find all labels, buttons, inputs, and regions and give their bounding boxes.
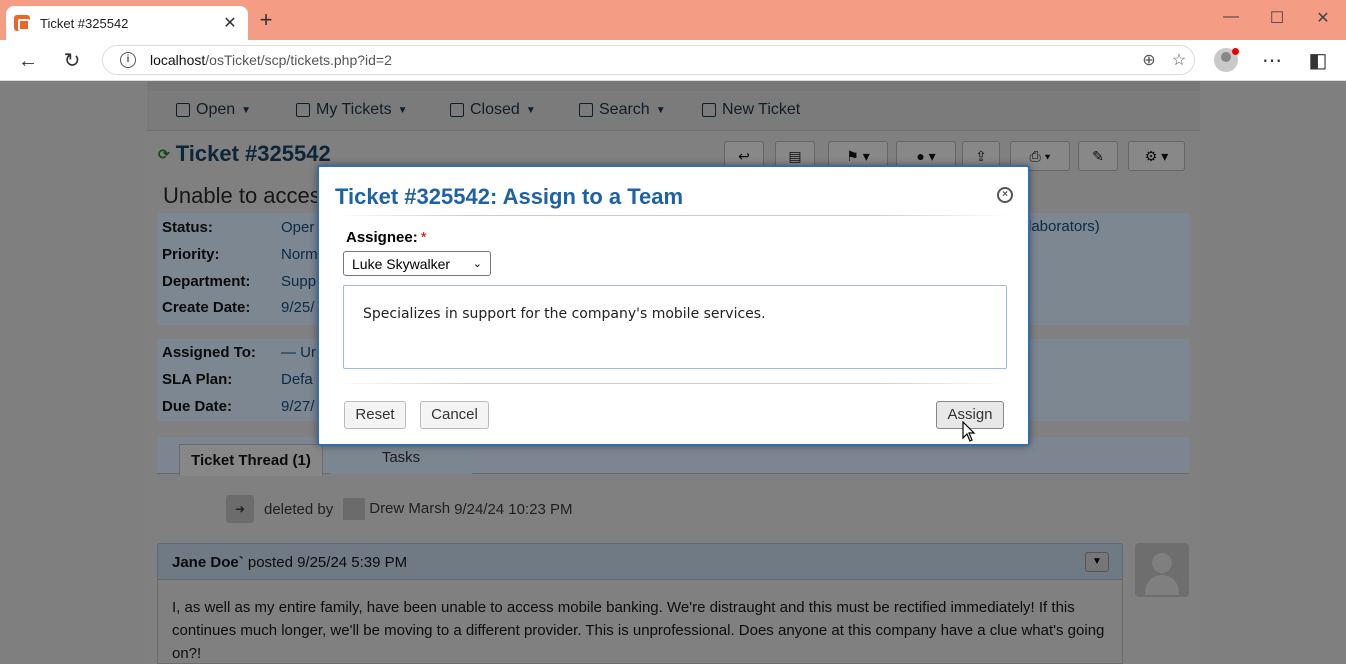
divider xyxy=(335,215,1009,216)
refresh-icon[interactable]: ⟳ xyxy=(158,146,170,163)
caret-down-icon: ▼ xyxy=(241,104,252,116)
more-menu-icon[interactable]: ⋯ xyxy=(1259,48,1285,74)
site-info-icon[interactable]: i xyxy=(120,52,136,68)
maximize-icon[interactable]: ☐ xyxy=(1265,8,1289,28)
browser-titlebar: Ticket #325542 ✕ + — ☐ ✕ xyxy=(0,0,1346,40)
post-body: I, as well as my entire family, have bee… xyxy=(157,580,1123,664)
status-label: Status: xyxy=(162,219,213,236)
collaborators-link[interactable]: laborators) xyxy=(1028,218,1100,235)
open-tickets-icon xyxy=(176,103,190,117)
assignee-select[interactable]: Luke Skywalker ⌄ xyxy=(343,251,491,276)
close-icon[interactable]: × xyxy=(997,187,1013,203)
ticket-title: ⟳ Ticket #325542 xyxy=(158,141,331,167)
divider xyxy=(335,383,1009,384)
caret-down-icon: ▼ xyxy=(655,104,666,116)
create-date-value: 9/25/ xyxy=(281,299,315,316)
tab-title: Ticket #325542 xyxy=(40,15,129,31)
mouse-cursor-icon xyxy=(962,421,976,442)
ticket-title-text[interactable]: Ticket #325542 xyxy=(176,141,331,167)
new-ticket-icon xyxy=(702,103,716,117)
subnav-my-tickets[interactable]: My Tickets ▼ xyxy=(296,101,407,119)
event-user: Drew Marsh xyxy=(343,498,450,520)
tab-tasks[interactable]: Tasks xyxy=(330,444,472,474)
sla-plan-label: SLA Plan: xyxy=(162,371,233,388)
address-bar[interactable]: i localhost/osTicket/scp/tickets.php?id=… xyxy=(102,45,1195,75)
user-avatar-icon xyxy=(343,498,366,520)
due-date-value: 9/27/ xyxy=(281,398,315,415)
zoom-icon[interactable]: ⊕ xyxy=(1134,50,1164,70)
subnav-open-label: Open xyxy=(196,101,236,118)
department-value: Supp xyxy=(281,273,317,290)
browser-toolbar: ← ↻ i localhost/osTicket/scp/tickets.php… xyxy=(0,40,1346,81)
caret-down-icon: ▼ xyxy=(397,104,408,116)
post-author-avatar xyxy=(1135,543,1189,597)
profile-notification-dot xyxy=(1232,48,1239,55)
assign-team-dialog: Ticket #325542: Assign to a Team × Assig… xyxy=(317,165,1030,446)
subnav-search-label: Search xyxy=(599,101,650,118)
post-author: Jane Doe` xyxy=(172,554,244,571)
tab-ticket-thread[interactable]: Ticket Thread (1) xyxy=(179,444,323,476)
my-tickets-icon xyxy=(296,103,310,117)
subnav-my-tickets-label: My Tickets xyxy=(316,101,392,118)
sla-plan-value: Defa xyxy=(281,371,313,388)
sidebar-toggle-icon[interactable]: ◧ xyxy=(1305,48,1331,74)
subnav-new-ticket-label: New Ticket xyxy=(722,101,801,118)
post-header: Jane Doe` posted 9/25/24 5:39 PM xyxy=(157,543,1123,580)
chevron-down-icon: ⌄ xyxy=(472,258,482,270)
top-nav xyxy=(147,81,1200,91)
assignee-label: Assignee: * xyxy=(346,229,427,246)
browser-tab[interactable]: Ticket #325542 ✕ xyxy=(6,6,248,40)
reload-icon[interactable]: ↻ xyxy=(59,48,85,74)
event-user-name: Drew Marsh xyxy=(369,499,451,517)
department-label: Department: xyxy=(162,273,251,290)
osticket-favicon-icon xyxy=(14,15,30,31)
assigned-to-value: — Ur xyxy=(281,344,316,361)
dialog-title: Ticket #325542: Assign to a Team xyxy=(335,184,684,209)
subnav-new-ticket[interactable]: New Ticket xyxy=(702,101,800,119)
event-text: deleted by xyxy=(264,500,334,518)
edit-button[interactable]: ✎ xyxy=(1078,141,1118,171)
event-arrow-icon: ➜ xyxy=(226,495,254,523)
subnav-open[interactable]: Open ▼ xyxy=(176,101,251,119)
assignee-label-text: Assignee: xyxy=(346,229,418,246)
url-text[interactable]: localhost/osTicket/scp/tickets.php?id=2 xyxy=(150,52,1134,68)
due-date-label: Due Date: xyxy=(162,398,233,415)
subnav-closed-label: Closed xyxy=(470,101,520,118)
team-description: Specializes in support for the company's… xyxy=(343,285,1007,369)
priority-label: Priority: xyxy=(162,246,220,263)
minimize-icon[interactable]: — xyxy=(1219,8,1243,26)
thread-event: ➜ deleted by Drew Marsh 9/24/24 10:23 PM xyxy=(226,495,573,523)
favorite-star-icon[interactable]: ☆ xyxy=(1164,50,1194,70)
event-time: 9/24/24 10:23 PM xyxy=(454,500,573,518)
caret-down-icon: ▼ xyxy=(525,104,536,116)
closed-tickets-icon xyxy=(450,103,464,117)
reset-button[interactable]: Reset xyxy=(344,401,406,429)
priority-value: Norm xyxy=(281,246,318,263)
subnav-closed[interactable]: Closed ▼ xyxy=(450,101,536,119)
subnav-search[interactable]: Search ▼ xyxy=(579,101,666,119)
search-icon xyxy=(579,103,593,117)
create-date-label: Create Date: xyxy=(162,299,251,316)
back-icon[interactable]: ← xyxy=(15,48,41,74)
tab-close-icon[interactable]: ✕ xyxy=(220,13,240,33)
cancel-button[interactable]: Cancel xyxy=(420,401,489,429)
required-mark: * xyxy=(420,229,427,246)
new-tab-icon[interactable]: + xyxy=(254,8,278,32)
status-value: Oper xyxy=(281,219,315,236)
settings-button[interactable]: ⚙ ▾ xyxy=(1128,141,1185,171)
window-close-icon[interactable]: ✕ xyxy=(1311,8,1335,28)
assignee-selected-value: Luke Skywalker xyxy=(352,255,451,272)
post-menu-button[interactable]: ▼ xyxy=(1085,552,1109,572)
post-meta: posted 9/25/24 5:39 PM xyxy=(247,554,408,571)
ticket-subject: Unable to acces xyxy=(163,183,321,208)
assigned-to-label: Assigned To: xyxy=(162,344,256,361)
